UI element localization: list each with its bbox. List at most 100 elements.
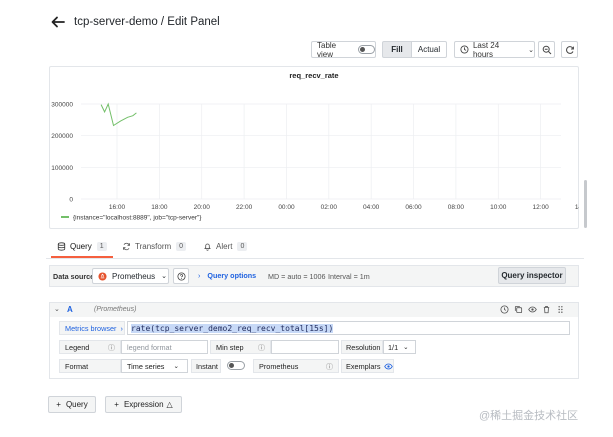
table-view-switch[interactable]	[358, 45, 375, 54]
actual-button[interactable]: Actual	[411, 41, 447, 58]
tab-transform-count: 0	[176, 242, 187, 251]
format-value: Time series	[127, 361, 165, 371]
table-view-label: Table view	[317, 40, 337, 59]
back-arrow-icon[interactable]	[50, 14, 66, 30]
info-icon: ⓘ	[326, 364, 333, 371]
scrollbar-thumb[interactable]	[584, 180, 587, 228]
exemplars-eye-icon[interactable]	[384, 362, 393, 371]
instant-label-box: Instant	[191, 359, 221, 373]
resolution-label-box: Resolution	[341, 340, 383, 354]
plus-icon: +	[56, 400, 61, 409]
resolution-label: Resolution	[346, 342, 381, 352]
metrics-browser-label: Metrics browser	[65, 323, 117, 333]
transform-icon	[123, 242, 130, 251]
legend-entry[interactable]: {instance="localhost:8889", job="tcp-ser…	[73, 215, 202, 222]
legend-format-placeholder: legend format	[127, 342, 172, 352]
query-datasource-tag: (Prometheus)	[94, 306, 137, 313]
resolution-value: 1/1	[388, 342, 399, 352]
chevron-down-icon: ⌄	[403, 344, 409, 351]
promql-expression: rate(tcp_server_demo2_req_recv_total[15s…	[131, 323, 334, 333]
exemplars-label: Exemplars	[346, 361, 381, 371]
watermark: @稀土掘金技术社区	[479, 410, 579, 422]
prometheus-label: Prometheus	[259, 361, 299, 371]
info-icon: ⓘ	[108, 345, 115, 352]
time-range-label: Last 24 hours	[472, 40, 500, 59]
legend-format-input[interactable]: legend format	[121, 340, 208, 354]
tab-transform[interactable]: Transform 0	[122, 242, 187, 251]
collapse-chevron-icon[interactable]: ⌄	[54, 305, 60, 313]
query-ref-id[interactable]: A	[67, 305, 73, 314]
prometheus-icon	[98, 271, 107, 281]
chevron-right-icon: ›	[198, 271, 201, 280]
tab-alert-label: Alert	[216, 242, 233, 251]
chart-area: req_recv_rate 0 100000 200000 300000 16:00 1…	[51, 71, 579, 222]
bell-icon	[204, 243, 211, 251]
add-query-button[interactable]: + Query	[48, 396, 96, 413]
tabs-divider	[46, 258, 584, 259]
x-tick-label: 12:00	[532, 204, 549, 211]
datasource-value: Prometheus	[112, 271, 156, 281]
metrics-browser-button[interactable]: Metrics browser ›	[59, 321, 125, 335]
query-history-icon[interactable]	[500, 305, 509, 314]
tab-alert[interactable]: Alert 0	[203, 242, 248, 251]
warning-triangle-icon: △	[166, 400, 173, 409]
datasource-picker[interactable]: Prometheus ⌄	[92, 268, 169, 284]
format-label-box: Format	[59, 359, 121, 373]
chevron-right-icon: ›	[120, 323, 123, 333]
x-tick-label: 08:00	[448, 204, 465, 211]
table-view-toggle[interactable]: Table view	[311, 40, 376, 59]
add-query-label: Query	[65, 400, 88, 409]
min-step-label: Min step	[216, 342, 244, 352]
y-tick-label: 300000	[51, 102, 73, 109]
time-range-picker[interactable]: Last 24 hours ⌄	[454, 40, 535, 59]
database-icon	[57, 242, 66, 251]
query-inspector-button[interactable]: Query inspector	[498, 267, 566, 284]
query-options-toggle[interactable]: › Query options	[198, 271, 256, 280]
help-icon	[176, 271, 186, 281]
instant-label: Instant	[196, 361, 218, 371]
x-tick-label: 22:00	[236, 204, 253, 211]
chevron-down-icon: ⌄	[173, 363, 179, 370]
min-step-input[interactable]	[271, 340, 339, 354]
chevron-down-icon: ⌄	[161, 273, 168, 280]
add-expression-button[interactable]: + Expression △	[105, 396, 182, 413]
tab-alert-count: 0	[237, 242, 248, 251]
refresh-icon	[565, 45, 574, 54]
query-options-label: Query options	[207, 271, 257, 280]
x-tick-label: 04:00	[363, 204, 380, 211]
series-line	[100, 102, 137, 127]
x-tick-label: 02:00	[321, 204, 338, 211]
x-tick-label: 14:00	[575, 204, 579, 211]
x-tick-label: 10:00	[490, 204, 507, 211]
datasource-help-button[interactable]	[173, 268, 189, 284]
fill-button[interactable]: Fill	[382, 41, 412, 58]
format-label: Format	[65, 361, 89, 371]
format-select[interactable]: Time series ⌄	[121, 359, 188, 373]
resolution-select[interactable]: 1/1 ⌄	[383, 340, 416, 354]
info-icon: ⓘ	[258, 345, 265, 352]
tab-query-count: 1	[96, 242, 107, 251]
clock-icon	[460, 45, 469, 54]
datasource-label: Data source	[53, 272, 95, 281]
x-tick-label: 16:00	[109, 204, 126, 211]
x-tick-label: 20:00	[194, 204, 211, 211]
zoom-out-button[interactable]	[538, 41, 555, 58]
interval-info: Interval = 1m	[328, 272, 370, 281]
trash-icon[interactable]	[542, 305, 551, 314]
drag-handle-icon[interactable]	[556, 305, 565, 314]
eye-icon[interactable]	[528, 305, 537, 314]
y-tick-label: 100000	[51, 165, 73, 172]
y-tick-label: 200000	[51, 133, 73, 140]
y-tick-label: 0	[69, 197, 73, 204]
instant-toggle[interactable]	[227, 361, 245, 370]
plus-icon: +	[114, 400, 119, 409]
max-data-points-info: MD = auto = 1006	[268, 272, 326, 281]
legend-label: Legend	[65, 342, 90, 352]
refresh-button[interactable]	[561, 41, 578, 58]
chart-title: req_recv_rate	[289, 71, 338, 80]
promql-query-input[interactable]: rate(tcp_server_demo2_req_recv_total[15s…	[127, 321, 570, 335]
tab-transform-label: Transform	[135, 242, 172, 251]
tab-query[interactable]: Query 1	[57, 242, 107, 251]
query-row-actions	[500, 305, 565, 314]
duplicate-icon[interactable]	[514, 305, 523, 314]
